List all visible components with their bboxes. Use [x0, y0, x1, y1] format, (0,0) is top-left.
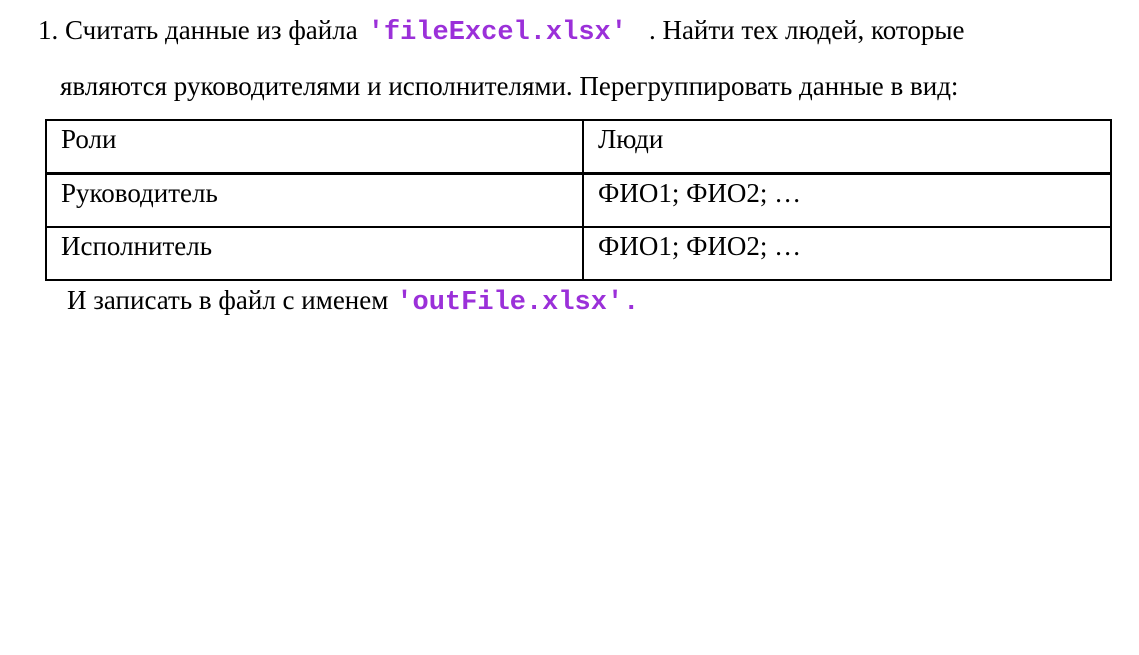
- document-page: 1. Считать данные из файла 'fileExcel.xls…: [0, 0, 1139, 655]
- task-line-1: 1. Считать данные из файла 'fileExcel.xls…: [38, 14, 964, 49]
- table-header-row: Роли Люди: [45, 119, 1112, 175]
- people-cell: ФИО1; ФИО2; …: [582, 226, 1112, 281]
- role-cell: Исполнитель: [45, 226, 584, 281]
- role-cell: Руководитель: [45, 172, 584, 228]
- input-filename: 'fileExcel.xlsx': [367, 18, 627, 48]
- write-text: И записать в файл с именем: [67, 285, 389, 315]
- task-line-2: являются руководителями и исполнителями.…: [60, 71, 959, 101]
- output-filename: 'outFile.xlsx'.: [396, 288, 640, 318]
- header-people: Люди: [582, 119, 1112, 175]
- task-text-find: . Найти тех людей, которые: [648, 15, 965, 45]
- people-cell: ФИО1; ФИО2; …: [582, 172, 1112, 228]
- table-row: Руководитель ФИО1; ФИО2; …: [45, 172, 1112, 228]
- header-roles: Роли: [45, 119, 584, 175]
- task-number: 1.: [38, 15, 59, 45]
- task-text-read: Считать данные из файла: [65, 15, 358, 45]
- roles-table: Роли Люди Руководитель ФИО1; ФИО2; … Исп…: [45, 119, 1112, 281]
- task-line-3: И записать в файл с именем'outFile.xlsx'…: [67, 284, 639, 319]
- table-row: Исполнитель ФИО1; ФИО2; …: [45, 226, 1112, 281]
